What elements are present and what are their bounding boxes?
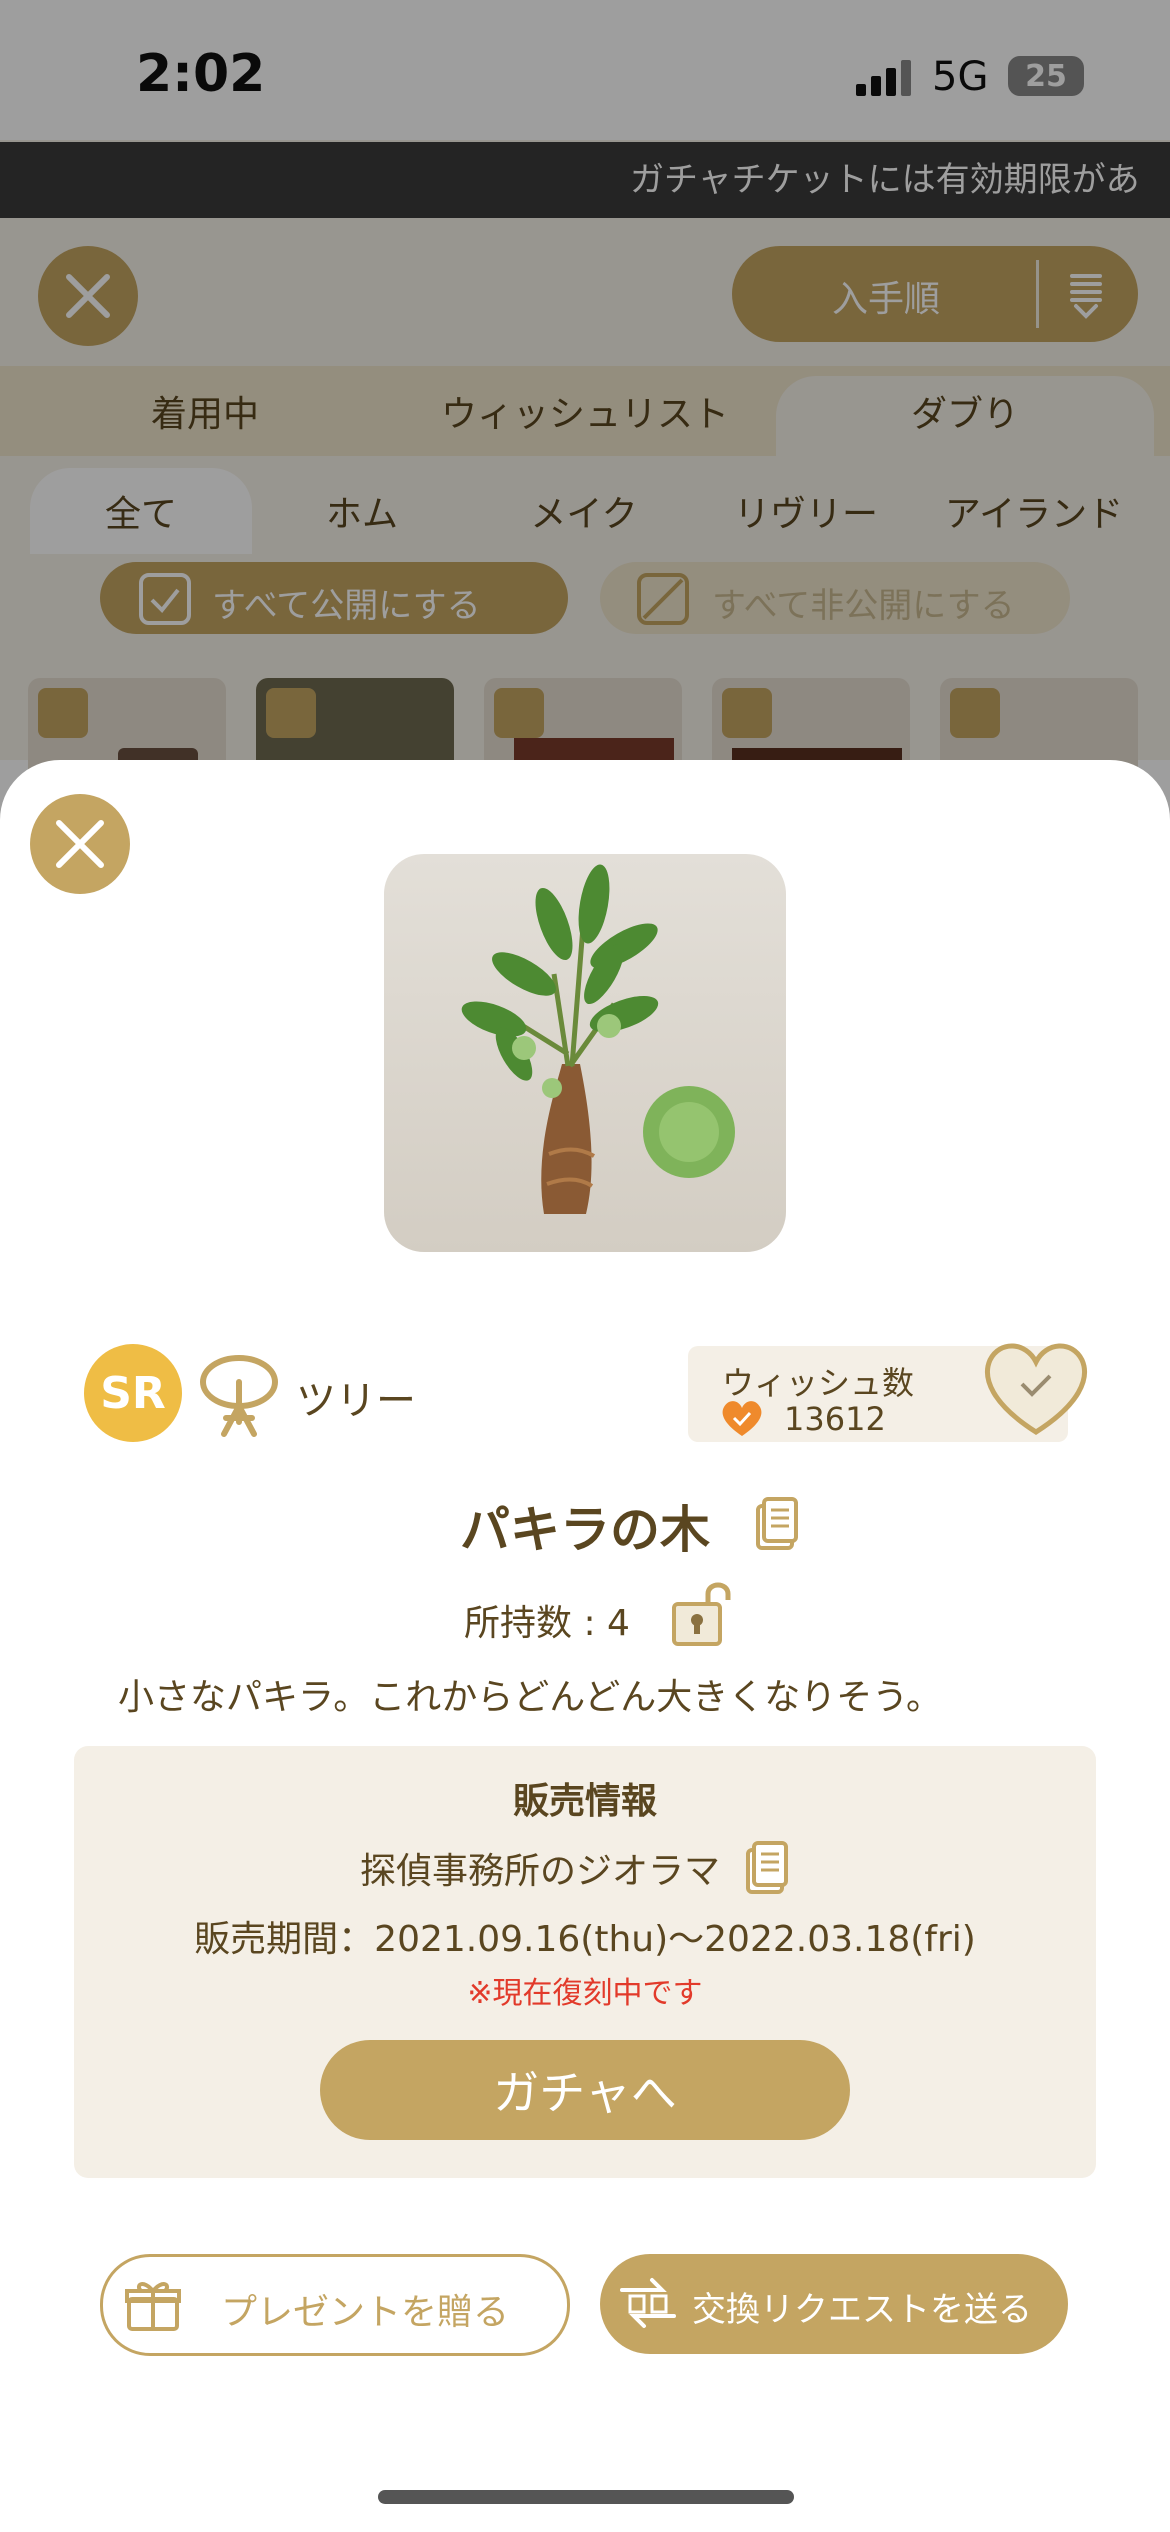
plant-illustration <box>461 864 735 1214</box>
owned-count: 所持数 : 4 <box>464 1603 630 1644</box>
sales-source: 探偵事務所のジオラマ <box>360 1851 721 1892</box>
sales-info-card: 販売情報 探偵事務所のジオラマ 販売期間：2021.09.16(thu)〜202… <box>74 1746 1096 2178</box>
gift-icon <box>125 2282 181 2331</box>
heart-check-icon <box>722 1401 762 1436</box>
tree-category-icon <box>200 1355 278 1437</box>
rarity-label: SR <box>100 1367 166 1419</box>
sales-period: 販売期間：2021.09.16(thu)〜2022.03.18(fri) <box>194 1919 976 1960</box>
exchange-icon <box>620 2278 676 2328</box>
item-name: パキラの木 <box>460 1501 710 1559</box>
heart-icon <box>984 1343 1088 1435</box>
go-to-gacha-button[interactable]: ガチャへ <box>320 2040 850 2140</box>
category-label: ツリー <box>296 1378 416 1424</box>
gacha-button-label: ガチャへ <box>493 2066 677 2120</box>
send-present-button[interactable]: プレゼントを贈る <box>100 2254 570 2356</box>
wish-heart-button[interactable] <box>980 1338 1092 1438</box>
document-icon[interactable] <box>754 1496 800 1552</box>
unlock-icon[interactable] <box>670 1580 740 1650</box>
sales-title: 販売情報 <box>512 1781 657 1822</box>
revival-notice: ※現在復刻中です <box>467 1976 703 2011</box>
present-label: プレゼントを贈る <box>221 2292 510 2333</box>
item-description: 小さなパキラ。これからどんどん大きくなりそう。 <box>118 1677 943 1718</box>
close-sheet-button[interactable] <box>30 794 130 894</box>
send-exchange-request-button[interactable]: 交換リクエストを送る <box>600 2254 1068 2354</box>
item-image <box>384 854 786 1252</box>
close-icon <box>56 820 104 868</box>
home-indicator <box>378 2490 794 2504</box>
wish-count: 13612 <box>784 1400 886 1438</box>
rarity-badge: SR <box>84 1344 182 1442</box>
exchange-label: 交換リクエストを送る <box>692 2290 1032 2330</box>
document-icon[interactable] <box>744 1840 790 1896</box>
